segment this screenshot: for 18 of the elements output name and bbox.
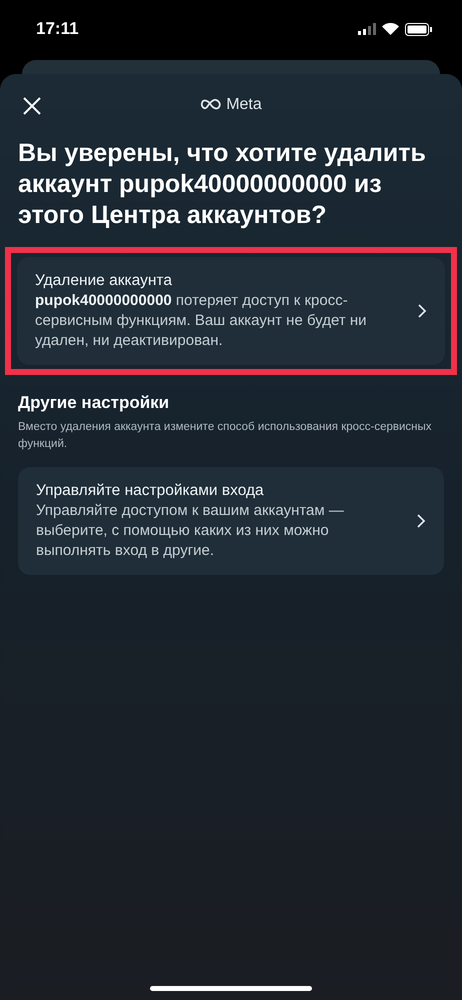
status-time: 17:11 bbox=[36, 19, 79, 39]
chevron-right-icon bbox=[416, 513, 426, 529]
close-icon bbox=[22, 96, 42, 116]
settings-card[interactable]: Удаление аккаунта pupok40000000000 потеряет доступ к кросс-сервисным функциям. Ваш аккаунт не будет ни удален, ни деактивирован. bbox=[17, 257, 445, 365]
brand-name: Meta bbox=[226, 96, 262, 114]
infinity-logo-icon bbox=[200, 99, 222, 111]
battery-icon bbox=[405, 22, 432, 36]
card-title: Удаление аккаунта bbox=[35, 271, 173, 291]
card-title: Управляйте настройками входа bbox=[36, 481, 265, 501]
wifi-icon bbox=[382, 23, 399, 35]
card-description: pupok40000000000 потеряет доступ к кросс-сервисным функциям. Ваш аккаунт не будет ни удален, ни деактивирован. bbox=[35, 291, 368, 351]
settings-card[interactable]: Управляйте настройками входа Управляйте доступом к вашим аккаунтам — выберите, с помощью каких из них можно выполнять вход в другие. bbox=[18, 467, 444, 575]
card-description: Управляйте доступом к вашим аккаунтам — выберите, с помощью каких из них можно выполнять вход в другие. bbox=[36, 501, 345, 561]
section-subtitle: Вместо удаления аккаунта измените способ использования кросс-сервисных функций. bbox=[18, 420, 433, 452]
page-title: Вы уверены, что хотите удалить аккаунт pupok40000000000 из этого Центра аккаунтов? bbox=[18, 138, 427, 231]
section-heading: Другие настройки bbox=[18, 393, 170, 413]
signal-icon bbox=[358, 23, 376, 35]
chevron-right-icon bbox=[417, 303, 427, 319]
